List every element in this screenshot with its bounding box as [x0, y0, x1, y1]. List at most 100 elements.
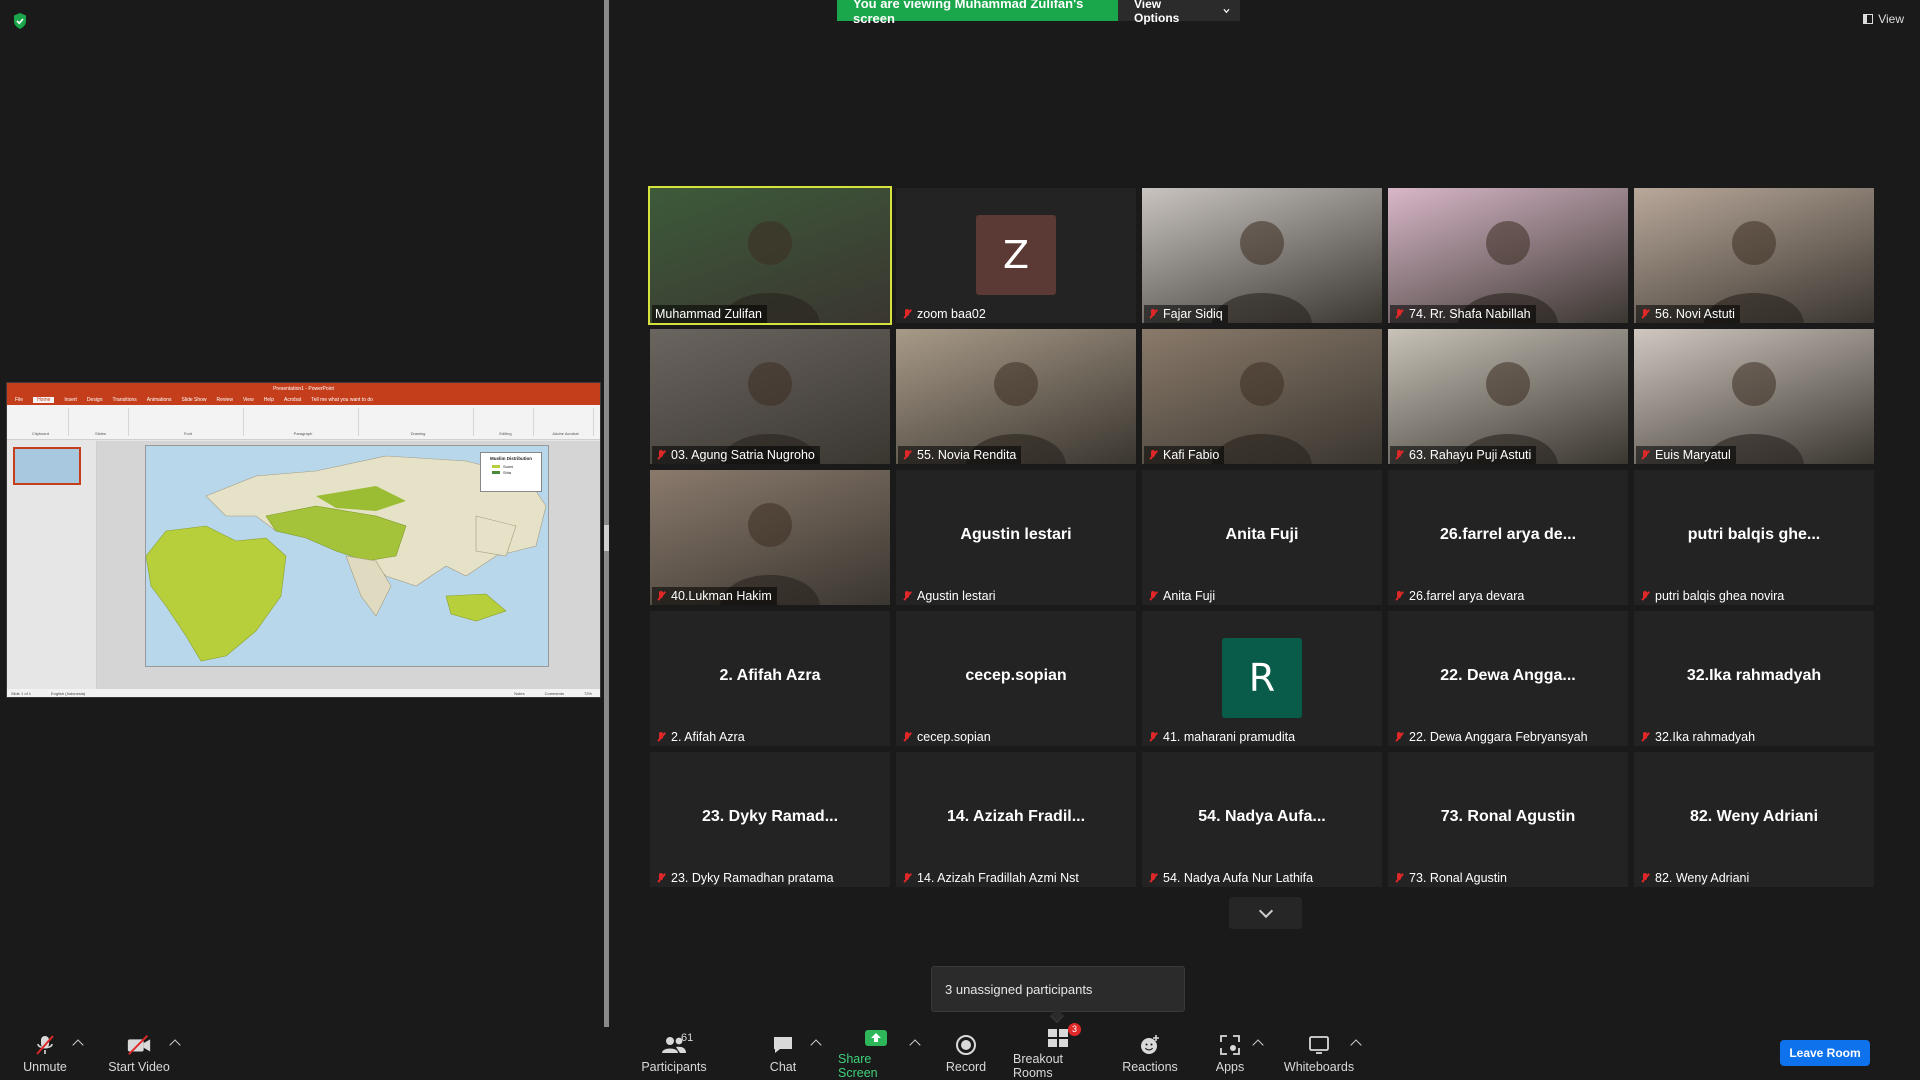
ppt-tab: Slide Show: [181, 397, 207, 403]
participant-tile[interactable]: 23. Dyky Ramad... 23. Dyky Ramadhan prata…: [650, 752, 890, 887]
participant-tile[interactable]: 22. Dewa Angga... 22. Dewa Anggara Febrya…: [1388, 611, 1628, 746]
status-item: Comments: [544, 690, 564, 696]
participant-tile[interactable]: 14. Azizah Fradil... 14. Azizah Fradillah…: [896, 752, 1136, 887]
participant-tile[interactable]: 63. Rahayu Puji Astuti: [1388, 329, 1628, 464]
shared-screen-pane: Presentation1 - PowerPoint File Home Ins…: [0, 0, 604, 1005]
participant-tile[interactable]: Anita Fuji Anita Fuji: [1142, 470, 1382, 605]
audio-options-caret-icon[interactable]: [72, 1039, 84, 1051]
participant-display-name: 54. Nadya Aufa...: [1198, 808, 1326, 825]
apps-options-caret-icon[interactable]: [1252, 1039, 1264, 1051]
share-screen-button[interactable]: Share Screen: [838, 1027, 914, 1080]
security-shield-icon[interactable]: [12, 12, 28, 30]
participant-video: [650, 188, 890, 323]
participant-tile[interactable]: 2. Afifah Azra 2. Afifah Azra: [650, 611, 890, 746]
participant-tile[interactable]: Euis Maryatul: [1634, 329, 1874, 464]
participant-tile[interactable]: Kafi Fabio: [1142, 329, 1382, 464]
participant-tile[interactable]: Zzoom baa02: [896, 188, 1136, 323]
gallery-next-page-button[interactable]: [1229, 897, 1302, 929]
share-screen-label: Share Screen: [838, 1052, 878, 1080]
participant-nameplate: 03. Agung Satria Nugroho: [652, 446, 820, 464]
person-silhouette-icon: [1704, 221, 1804, 323]
emoji-plus-icon: [1137, 1034, 1163, 1056]
unmute-button[interactable]: Unmute: [18, 1027, 72, 1080]
apps-button[interactable]: Apps: [1212, 1027, 1248, 1080]
participant-tile[interactable]: Muhammad Zulifan: [648, 186, 892, 325]
participant-name: 32.Ika rahmadyah: [1655, 730, 1756, 744]
status-item: 72%: [583, 690, 592, 696]
participant-nameplate: 54. Nadya Aufa Nur Lathifa: [1144, 869, 1318, 887]
slide-thumbnail: [13, 447, 81, 485]
chat-button[interactable]: Chat: [763, 1027, 803, 1080]
unmute-label: Unmute: [23, 1059, 67, 1074]
split-divider-handle[interactable]: [604, 525, 609, 551]
participant-tile[interactable]: 74. Rr. Shafa Nabillah: [1388, 188, 1628, 323]
participant-tile[interactable]: Agustin lestari Agustin lestari: [896, 470, 1136, 605]
gallery-view-icon: [1863, 14, 1874, 24]
participant-nameplate: putri balqis ghea novira: [1636, 587, 1789, 605]
participant-name: 56. Novi Astuti: [1655, 307, 1735, 321]
participant-tile[interactable]: putri balqis ghe... putri balqis ghea nov…: [1634, 470, 1874, 605]
ppt-tab: Acrobat: [283, 397, 302, 403]
participant-tile[interactable]: 73. Ronal Agustin 73. Ronal Agustin: [1388, 752, 1628, 887]
view-layout-button[interactable]: View: [1863, 12, 1904, 26]
participant-avatar: R: [1222, 638, 1302, 718]
participant-display-name: Anita Fuji: [1225, 526, 1299, 543]
ppt-tab: Animations: [146, 397, 172, 403]
participant-tile[interactable]: cecep.sopian cecep.sopian: [896, 611, 1136, 746]
breakout-rooms-label: Breakout Rooms: [1013, 1052, 1064, 1080]
mic-muted-icon: [901, 449, 913, 461]
participant-video: [650, 470, 890, 605]
participant-tile[interactable]: 26.farrel arya de... 26.farrel arya devar…: [1388, 470, 1628, 605]
participant-display-name: 73. Ronal Agustin: [1440, 808, 1576, 825]
mic-muted-icon: [1639, 449, 1651, 461]
mic-muted-icon: [1147, 731, 1159, 743]
participant-tile[interactable]: 56. Novi Astuti: [1634, 188, 1874, 323]
participant-tile[interactable]: 55. Novia Rendita: [896, 329, 1136, 464]
participant-video: [1634, 329, 1874, 464]
chat-label: Chat: [769, 1059, 797, 1074]
participant-name: cecep.sopian: [917, 730, 991, 744]
chevron-down-icon: [1223, 8, 1230, 13]
participant-nameplate: Agustin lestari: [898, 587, 1001, 605]
participant-nameplate: 41. maharani pramudita: [1144, 728, 1300, 746]
whiteboards-button[interactable]: Whiteboards: [1282, 1027, 1356, 1080]
person-silhouette-icon: [1212, 221, 1312, 323]
mic-muted-icon: [1147, 872, 1159, 884]
split-divider[interactable]: [604, 0, 609, 1027]
person-silhouette-icon: [720, 362, 820, 464]
record-button[interactable]: Record: [943, 1027, 989, 1080]
mic-muted-icon: [1639, 872, 1651, 884]
reactions-button[interactable]: Reactions: [1120, 1027, 1180, 1080]
mic-muted-icon: [655, 731, 667, 743]
participant-tile[interactable]: 40.Lukman Hakim: [650, 470, 890, 605]
participant-tile[interactable]: 03. Agung Satria Nugroho: [650, 329, 890, 464]
participant-nameplate: 14. Azizah Fradillah Azmi Nst: [898, 869, 1084, 887]
participant-display-name: 22. Dewa Angga...: [1440, 667, 1576, 684]
start-video-button[interactable]: Start Video: [104, 1027, 174, 1080]
view-options-label: View Options: [1134, 0, 1180, 25]
apps-label: Apps: [1215, 1059, 1245, 1074]
participant-name: Anita Fuji: [1163, 589, 1216, 603]
participants-icon: 61: [661, 1032, 693, 1056]
participant-tile[interactable]: 54. Nadya Aufa... 54. Nadya Aufa Nur Lath…: [1142, 752, 1382, 887]
participant-tile[interactable]: 82. Weny Adriani 82. Weny Adriani: [1634, 752, 1874, 887]
participant-nameplate: 63. Rahayu Puji Astuti: [1390, 446, 1537, 464]
share-screen-icon: [863, 1027, 889, 1048]
mic-muted-icon: [1639, 308, 1651, 320]
participant-nameplate: Muhammad Zulifan: [652, 305, 767, 323]
breakout-rooms-button[interactable]: 3 Breakout Rooms: [1013, 1023, 1103, 1080]
participants-button[interactable]: 61 Participants: [639, 1027, 709, 1080]
view-options-button[interactable]: View Options: [1118, 0, 1240, 25]
shared-powerpoint-window[interactable]: Presentation1 - PowerPoint File Home Ins…: [6, 382, 601, 698]
mic-muted-icon: [1147, 308, 1159, 320]
participant-display-name: 26.farrel arya de...: [1439, 526, 1577, 543]
mic-muted-icon: [901, 590, 913, 602]
participant-display-name: 32.Ika rahmadyah: [1686, 667, 1822, 684]
participant-tile[interactable]: R 41. maharani pramudita: [1142, 611, 1382, 746]
participant-tile[interactable]: 32.Ika rahmadyah 32.Ika rahmadyah: [1634, 611, 1874, 746]
mic-muted-icon: [655, 590, 667, 602]
participant-tile[interactable]: Fajar Sidiq: [1142, 188, 1382, 323]
leave-room-button[interactable]: Leave Room: [1780, 1040, 1870, 1066]
chat-options-caret-icon[interactable]: [810, 1039, 822, 1051]
participant-video: [1142, 329, 1382, 464]
